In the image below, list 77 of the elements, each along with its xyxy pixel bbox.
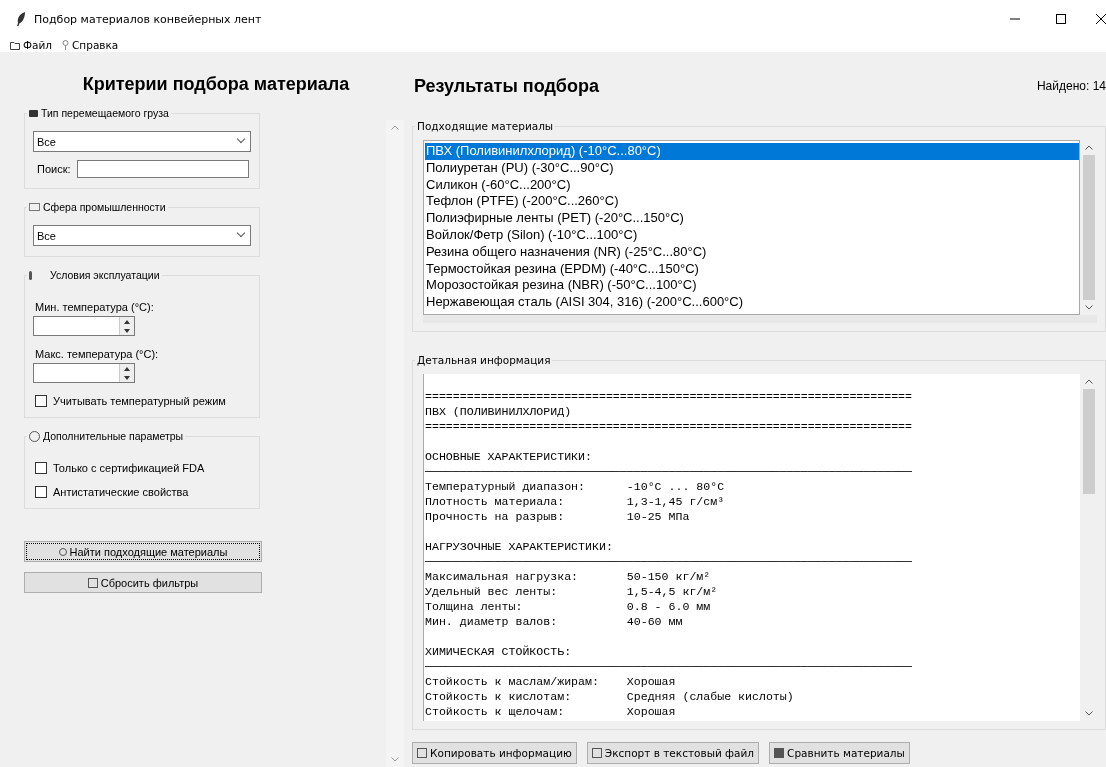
list-item[interactable]: Войлок/Фетр (Silon) (-10°C...100°C) — [425, 227, 1079, 244]
text-line: Толщина ленты: 0.8 - 6.0 мм — [425, 599, 712, 614]
text-line: ────────────────────────────────────────────────────────────────────── — [425, 554, 914, 569]
close-icon — [1096, 14, 1106, 24]
list-item[interactable]: Резина общего назначения (NR) (-25°C...80°C) — [425, 243, 1079, 261]
text-line: ────────────────────────────────────────────────────────────────────── — [425, 464, 914, 479]
list-item[interactable]: Тефлон (PTFE) (-200°C...260°C) — [425, 193, 1079, 211]
material-list[interactable] — [423, 140, 1080, 315]
dropdown[interactable]: Все — [33, 225, 251, 246]
checkbox[interactable]: Учитывать температурный режим — [35, 395, 251, 407]
result-count: Найдено: 14 — [1036, 79, 1106, 93]
list-item[interactable]: Морозостойкая резина (NBR) (-50°C...100°C) — [425, 277, 1079, 295]
action-button[interactable]: Экспорт в текстовый файл — [586, 742, 760, 764]
text-line: Стойкость к маслам/жирам: Хорошая — [425, 674, 677, 689]
maximize-icon — [1056, 14, 1066, 24]
spin-down-icon — [124, 328, 130, 333]
folder-icon — [10, 40, 20, 50]
text-line: ПВХ (ПОЛИВИНИЛХЛОРИД) — [425, 404, 573, 419]
group-legend: Условия эксплуатации — [27, 269, 162, 281]
list-item[interactable]: Термостойкая резина (EPDM) (-40°C...150°C) — [425, 260, 1079, 278]
text-line: ────────────────────────────────────────────────────────────────────── — [425, 659, 914, 674]
dropdown[interactable]: Все — [33, 131, 251, 152]
text-line: Прочность на разрыв: 10-25 МПа — [425, 509, 691, 524]
text-line: ====================================================================== — [425, 389, 914, 404]
text-line: Плотность материала: 1,3-1,45 г/см³ — [425, 494, 726, 509]
text-line: ОСНОВНЫЕ ХАРАКТЕРИСТИКИ: — [425, 449, 593, 464]
scrollbar-thumb[interactable] — [1082, 389, 1095, 494]
menu-item[interactable]: Файл — [10, 39, 52, 51]
field-label: Мин. температура (°C): — [35, 301, 155, 313]
spin-down-icon — [124, 375, 130, 380]
chevron-up-icon — [1084, 145, 1093, 150]
chevron-down-icon — [1084, 305, 1093, 310]
action-button[interactable]: Сбросить фильтры — [24, 572, 262, 593]
text-line: Температурный диапазон: -10°C ... 80°C — [425, 479, 726, 494]
group-legend: Детальная информация — [415, 354, 553, 366]
text-line: Стойкость к щелочам: Хорошая — [425, 704, 677, 719]
action-button[interactable]: Найти подходящие материалы — [24, 541, 262, 562]
menu-item[interactable]: Справка — [62, 39, 119, 51]
search-field[interactable] — [76, 160, 249, 178]
scrollbar-thumb[interactable] — [1082, 155, 1095, 300]
group-legend: Подходящие материалы — [415, 120, 556, 132]
spin-field[interactable] — [33, 316, 135, 336]
action-button[interactable]: Копировать информацию — [412, 742, 577, 764]
text-line: Мин. диаметр валов: 40-60 мм — [425, 614, 684, 629]
chevron-down-icon — [1084, 711, 1093, 716]
chevron-up-icon — [1084, 379, 1093, 384]
window-title: Подбор материалов конвейерных лент — [34, 12, 262, 26]
text-line: ====================================================================== — [425, 419, 914, 434]
group-legend: Тип перемещаемого груза — [27, 107, 171, 119]
checkbox[interactable]: Антистатические свойства — [35, 486, 251, 498]
panel-heading: Критерии подбора материала — [81, 74, 351, 95]
spin-up-icon — [124, 319, 130, 324]
list-item[interactable]: ПВХ (Поливинилхлорид) (-10°C...80°C) — [425, 143, 1079, 160]
list-item[interactable]: Полиэфирные ленты (PET) (-20°C...150°C) — [425, 210, 1079, 227]
spin-up-icon — [124, 366, 130, 371]
text-line: Стойкость к кислотам: Средняя (слабые кислоты) — [425, 689, 795, 704]
group-legend: Дополнительные параметры — [27, 430, 186, 442]
list-item[interactable]: Полиуретан (PU) (-30°C...90°C) — [425, 159, 1079, 177]
list-item[interactable]: Силикон (-60°C...200°C) — [425, 176, 1079, 194]
chevron-down-icon — [391, 757, 399, 762]
square-icon — [87, 577, 98, 588]
list-item[interactable]: Нержавеющая сталь (AISI 304, 316) (-200°C...600°C) — [425, 294, 1079, 311]
action-button[interactable]: Сравнить материалы — [769, 742, 910, 764]
panel-heading: Результаты подбора — [414, 75, 599, 97]
scrollbar[interactable] — [386, 120, 404, 767]
group-legend: Сфера промышленности — [27, 201, 168, 213]
thermometer-icon — [29, 270, 32, 280]
spin-field[interactable] — [33, 363, 135, 383]
field-label: Поиск: — [37, 163, 71, 175]
text-line: Максимальная нагрузка: 50-150 кг/м² — [425, 569, 712, 584]
checkbox[interactable]: Только с сертификацией FDA — [35, 462, 251, 474]
text-line: Удельный вес ленты: 1,5-4,5 кг/м² — [425, 584, 719, 599]
text-line: НАГРУЗОЧНЫЕ ХАРАКТЕРИСТИКИ: — [425, 539, 614, 554]
feather-icon — [16, 12, 26, 26]
text-line: ХИМИЧЕСКАЯ СТОЙКОСТЬ: — [425, 644, 573, 659]
field-label: Макс. температура (°C): — [35, 348, 160, 360]
chevron-up-icon — [391, 125, 399, 130]
